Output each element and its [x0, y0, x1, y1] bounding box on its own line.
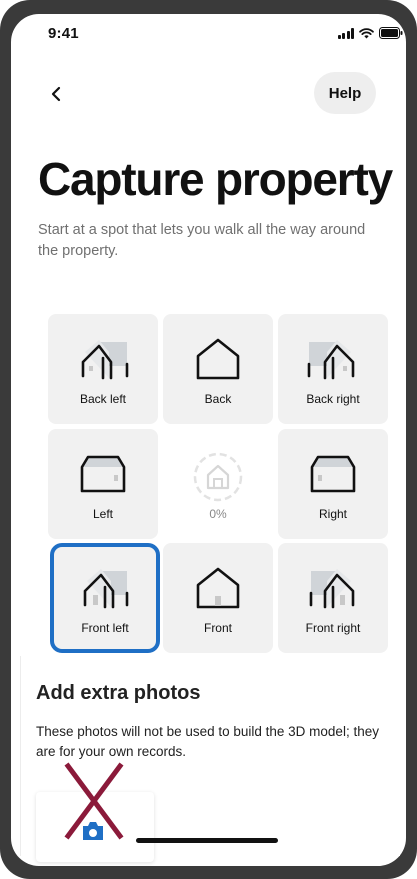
status-icons: [337, 27, 404, 39]
page-subtitle: Start at a spot that lets you walk all t…: [38, 222, 366, 259]
back-button[interactable]: [40, 78, 72, 110]
tile-left[interactable]: Left: [48, 429, 158, 539]
progress-indicator: 0%: [163, 429, 273, 539]
progress-ring-house-icon: [193, 452, 243, 502]
close-x-icon: [64, 762, 124, 840]
tile-back[interactable]: Back: [163, 314, 273, 424]
home-indicator[interactable]: [136, 838, 278, 843]
tile-label: Front: [203, 621, 232, 635]
wifi-icon: [359, 27, 374, 38]
page-title: Capture property: [38, 153, 393, 205]
tile-label: Right: [318, 507, 347, 521]
tile-label: Back right: [306, 392, 360, 406]
status-time: 9:41: [48, 25, 79, 42]
tile-label: Front right: [305, 621, 361, 635]
tile-back-left[interactable]: Back left: [48, 314, 158, 424]
tile-label: Back: [204, 392, 232, 406]
cellular-signal-icon: [337, 27, 354, 39]
tile-front[interactable]: Front: [163, 543, 273, 653]
tile-front-right[interactable]: Front right: [278, 543, 388, 653]
tile-label: Back left: [79, 392, 127, 406]
chevron-left-icon: [51, 86, 61, 102]
house-angle-left-icon: [81, 340, 129, 380]
house-front-icon: [196, 567, 240, 609]
tile-right[interactable]: Right: [278, 429, 388, 539]
house-side-icon: [80, 455, 126, 493]
house-side-icon: [310, 455, 356, 493]
house-outline-icon: [196, 338, 240, 380]
tile-front-left[interactable]: Front left: [50, 543, 160, 653]
house-angle-right-icon: [307, 340, 355, 380]
capture-grid: Back left Back Back right Left 0% Right …: [36, 298, 388, 653]
extra-photos-description: These photos will not be used to build t…: [36, 724, 379, 759]
battery-icon: [379, 27, 403, 39]
house-angle-front-right-icon: [309, 569, 355, 609]
house-angle-front-left-icon: [83, 569, 129, 609]
progress-percent: 0%: [209, 507, 227, 521]
tile-label: Front left: [81, 621, 129, 635]
help-button[interactable]: Help: [314, 72, 376, 114]
tile-back-right[interactable]: Back right: [278, 314, 388, 424]
extra-photos-title: Add extra photos: [36, 682, 201, 704]
tile-label: Left: [92, 507, 113, 521]
